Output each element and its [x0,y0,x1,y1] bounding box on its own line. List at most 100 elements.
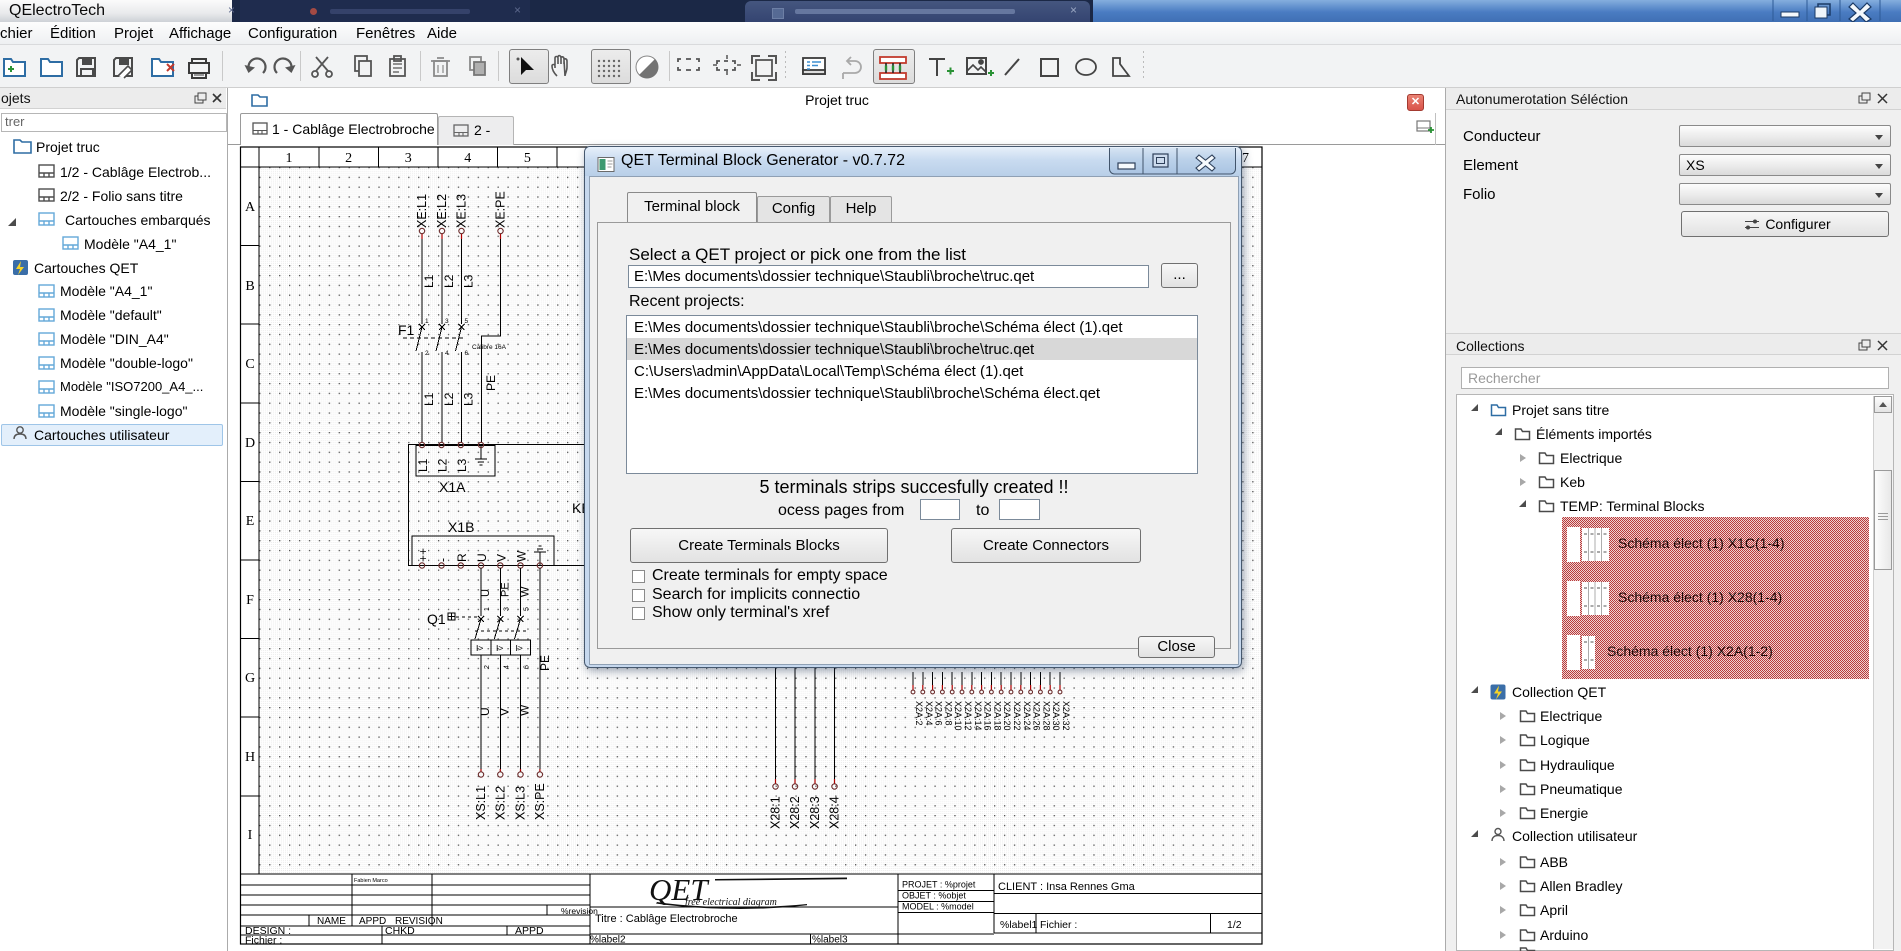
svg-text:1: 1 [484,607,491,611]
svg-text:Fichier :: Fichier : [1040,919,1077,931]
svg-text:W: W [520,586,532,597]
svg-text:XS:PE: XS:PE [533,783,547,820]
svg-text:2: 2 [345,151,352,166]
svg-text:X2A:24: X2A:24 [1022,701,1032,731]
svg-text:%label1: %label1 [1000,919,1038,931]
svg-text:4: 4 [464,151,471,166]
svg-text:X2A:28: X2A:28 [1041,701,1051,731]
svg-text:X2A:26: X2A:26 [1032,701,1042,731]
svg-text:%label3: %label3 [812,935,848,946]
svg-text:X28:1: X28:1 [769,796,783,829]
svg-text:F: F [246,593,254,608]
svg-text:5: 5 [465,318,469,325]
svg-text:U: U [475,553,489,562]
svg-text:L3: L3 [462,274,476,288]
svg-text:I: I [248,828,253,843]
svg-text:R: R [455,553,469,562]
svg-text:X28:4: X28:4 [828,796,842,829]
svg-text:Fabien Marco: Fabien Marco [354,878,388,884]
svg-text:X2A:32: X2A:32 [1061,701,1071,731]
svg-text:APPD: APPD [515,925,544,937]
svg-text:X2A:16: X2A:16 [983,701,993,731]
svg-text:1: 1 [286,151,293,166]
svg-text:PROJET : %projet: PROJET : %projet [902,880,976,890]
svg-text:XE:PE: XE:PE [494,191,508,228]
svg-text:X2A:8: X2A:8 [943,701,953,726]
svg-text:V: V [494,554,508,562]
svg-text:PE: PE [499,582,511,597]
svg-text:D: D [245,436,255,451]
svg-text:L2: L2 [442,392,456,406]
svg-text:X2A:6: X2A:6 [934,701,944,726]
svg-text:X1A: X1A [439,479,466,495]
svg-text:X2A:30: X2A:30 [1051,701,1061,731]
svg-text:4: 4 [503,665,510,669]
svg-text:C: C [245,357,254,372]
svg-text:XS:L2: XS:L2 [493,786,507,820]
svg-text:U: U [478,707,492,716]
svg-text:W: W [515,550,529,562]
svg-text:E: E [246,514,255,529]
svg-text:PE: PE [484,375,498,391]
svg-text:XE:L2: XE:L2 [435,194,449,228]
svg-text:Fichier :: Fichier : [245,935,282,946]
svg-text:3: 3 [445,318,449,325]
svg-text:X2A:20: X2A:20 [1002,701,1012,731]
svg-text:H: H [245,750,255,765]
svg-text:5: 5 [524,151,531,166]
svg-text:XS:L1: XS:L1 [474,786,488,820]
svg-text:L2: L2 [436,458,450,472]
svg-text:L1: L1 [422,274,436,288]
svg-text:Calibre 16A: Calibre 16A [472,344,507,351]
svg-text:F1: F1 [398,322,415,338]
svg-text:free electrical diagram: free electrical diagram [685,897,777,908]
svg-text:XE:L1: XE:L1 [415,194,429,228]
svg-text:X1B: X1B [448,519,474,535]
svg-text:CHKD: CHKD [385,925,415,937]
svg-text:4: 4 [445,350,449,357]
svg-text:2: 2 [425,350,429,357]
svg-text:NAME: NAME [317,916,346,927]
svg-text:I>: I> [516,643,523,653]
svg-text:XS:L3: XS:L3 [514,786,528,820]
svg-text:X28:2: X28:2 [788,796,802,829]
svg-text:V: V [497,708,511,716]
svg-text:1: 1 [425,318,429,325]
svg-text:5: 5 [524,607,531,611]
svg-text:%revision: %revision [561,906,598,916]
svg-text:MODEL : %model: MODEL : %model [902,902,974,912]
svg-text:-: - [436,558,450,562]
svg-text:L2: L2 [442,274,456,288]
svg-text:%label2: %label2 [590,935,626,946]
svg-text:6: 6 [465,350,469,357]
svg-text:X28:3: X28:3 [808,796,822,829]
svg-text:L1: L1 [422,392,436,406]
svg-text:6: 6 [524,665,531,669]
svg-text:L1: L1 [416,458,430,472]
svg-text:CLIENT : Insa Rennes Gma: CLIENT : Insa Rennes Gma [998,881,1136,893]
svg-text:U: U [480,589,492,597]
svg-text:B: B [245,279,254,294]
svg-text:W: W [518,704,532,716]
svg-text:G: G [245,671,255,686]
svg-text:X2A:2: X2A:2 [914,701,924,726]
svg-text:I>: I> [476,643,483,653]
svg-text:++: ++ [416,548,430,562]
svg-text:X2A:4: X2A:4 [924,701,934,726]
svg-text:OBJET : %objet: OBJET : %objet [902,891,966,901]
svg-text:I>: I> [496,643,503,653]
svg-text:X2A:12: X2A:12 [963,701,973,731]
svg-text:XE:L3: XE:L3 [455,194,469,228]
svg-text:3: 3 [503,607,510,611]
svg-text:Titre : Cablâge Electrobroche: Titre : Cablâge Electrobroche [595,913,738,925]
svg-text:X2A:22: X2A:22 [1012,701,1022,731]
svg-text:PE: PE [538,655,552,671]
svg-text:APPD: APPD [359,916,386,927]
svg-text:3: 3 [405,151,412,166]
svg-text:L3: L3 [462,392,476,406]
svg-text:X2A:10: X2A:10 [953,701,963,731]
svg-text:X2A:14: X2A:14 [973,701,983,731]
svg-text:A: A [245,200,256,215]
svg-text:1/2: 1/2 [1227,919,1242,931]
svg-text:Q1: Q1 [427,611,446,627]
